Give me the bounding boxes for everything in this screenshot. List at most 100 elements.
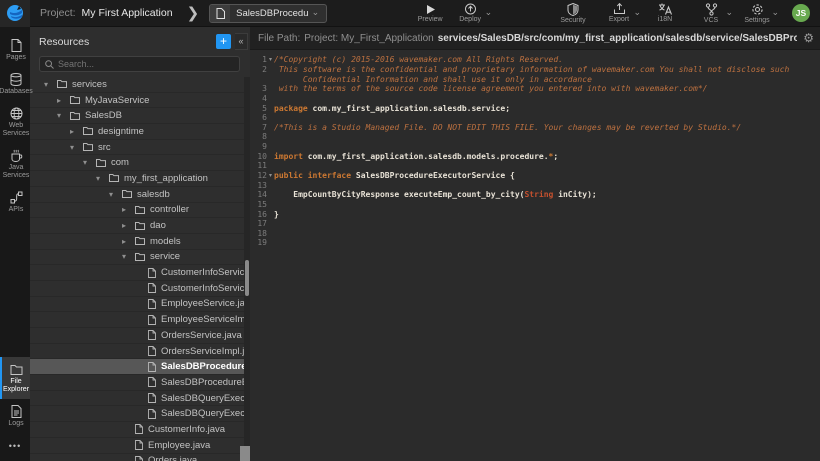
document-icon (11, 404, 22, 418)
code-line: 3 with the terms of the source code lice… (250, 84, 820, 94)
vcs-button[interactable]: VCS ⌄ (696, 0, 726, 27)
collapse-arrow-icon[interactable]: ▾ (96, 174, 109, 183)
sidebar-item-label: Web Services (3, 122, 30, 138)
code-line: 17 (250, 219, 820, 229)
tree-item[interactable]: ▸ designtime (30, 124, 244, 140)
collapse-arrow-icon[interactable]: ▾ (57, 111, 70, 120)
sidebar-item-web-services[interactable]: Web Services (0, 101, 30, 143)
expand-arrow-icon[interactable]: ▸ (70, 127, 83, 136)
file-path-label: File Path: (258, 33, 300, 44)
tree-item[interactable]: Orders.java (30, 454, 244, 461)
file-tree: ▾ services ▸MyJavaService▾SalesDB ▸ designti… (30, 77, 244, 461)
sidebar-more-button[interactable]: ••• (0, 433, 30, 457)
tree-item[interactable]: ▾my_first_application (30, 171, 244, 187)
line-number: 18 (250, 229, 267, 238)
collapse-arrow-icon[interactable]: ▾ (70, 143, 83, 152)
chevron-down-icon[interactable]: ⌄ (725, 8, 733, 18)
tree-item[interactable]: SalesDBProcedureExecutorServiceImpl.java (30, 375, 244, 391)
code-line: 4 (250, 94, 820, 104)
code-line: 7/*This is a Studio Managed File. DO NOT… (250, 122, 820, 132)
expand-arrow-icon[interactable]: ▸ (57, 96, 70, 105)
code-text: /*This is a Studio Managed File. DO NOT … (274, 123, 741, 132)
line-number: 3 (250, 84, 267, 93)
expand-arrow-icon[interactable]: ▸ (122, 205, 135, 214)
expand-arrow-icon[interactable]: ▸ (122, 237, 135, 246)
branch-icon (705, 3, 718, 16)
tree-item[interactable]: OrdersServiceImpl.java (30, 344, 244, 360)
code-editor[interactable]: 1▾/*Copyright (c) 2015-2016 wavemaker.co… (250, 50, 820, 248)
tree-item[interactable]: ▸models (30, 234, 244, 250)
line-number: 16 (250, 210, 267, 219)
chevron-down-icon[interactable]: ⌄ (485, 8, 493, 18)
collapse-arrow-icon[interactable]: ▾ (83, 158, 96, 167)
user-avatar[interactable]: JS (792, 4, 810, 22)
line-number: 17 (250, 219, 267, 228)
code-line: 15 (250, 200, 820, 210)
i18n-button[interactable]: i18N (650, 0, 680, 27)
add-resource-button[interactable]: + (216, 34, 231, 49)
search-input[interactable] (58, 59, 234, 69)
tree-item[interactable]: CustomerInfo.java (30, 422, 244, 438)
sidebar-item-logs[interactable]: Logs (0, 399, 30, 433)
security-label: Security (560, 17, 585, 24)
expand-arrow-icon[interactable]: ▸ (122, 221, 135, 230)
preview-button[interactable]: Preview (415, 0, 445, 27)
tree-item[interactable]: OrdersService.java (30, 328, 244, 344)
settings-button[interactable]: Settings ⌄ (742, 0, 772, 27)
tree-item[interactable]: ▾ services (30, 77, 244, 93)
tree-item[interactable]: ▸dao (30, 218, 244, 234)
search-icon (45, 60, 54, 69)
fold-arrow-icon[interactable]: ▾ (267, 172, 274, 179)
sidebar-item-apis[interactable]: APIs (0, 185, 30, 219)
tree-item[interactable]: ▸controller (30, 203, 244, 219)
project-breadcrumb: Project: My First Application (40, 7, 173, 19)
coffee-icon (10, 148, 23, 162)
sidebar-item-databases[interactable]: Databases (0, 67, 30, 101)
tree-item-label: designtime (98, 126, 144, 137)
deploy-button[interactable]: Deploy ⌄ (455, 0, 485, 27)
tree-item[interactable]: CustomerInfoService.java (30, 265, 244, 281)
chevron-down-icon[interactable]: ⌄ (633, 8, 641, 18)
sidebar-item-pages[interactable]: Pages (0, 33, 30, 67)
sidebar-item-java-services[interactable]: Java Services (0, 143, 30, 185)
sidebar-item-label: File Explorer (3, 378, 29, 394)
editor-settings-gear-icon[interactable]: ⚙ (803, 31, 814, 45)
vcs-label: VCS (704, 17, 718, 24)
code-line: 2 This software is the confidential and … (250, 65, 820, 75)
tree-item[interactable]: ▾src (30, 140, 244, 156)
open-file-dropdown[interactable]: SalesDBProcedureE... ⌄ (209, 4, 327, 23)
tree-item[interactable]: Employee.java (30, 438, 244, 454)
line-number: 1 (250, 55, 267, 64)
tree-item[interactable]: SalesDBQueryExecutorService.java (30, 391, 244, 407)
resources-search[interactable] (39, 56, 240, 72)
collapse-arrow-icon[interactable]: ▾ (44, 80, 57, 89)
tree-item[interactable]: ▾SalesDB (30, 108, 244, 124)
tree-item[interactable]: ▸MyJavaService (30, 93, 244, 109)
line-number: 9 (250, 142, 267, 151)
folder-icon (57, 80, 67, 88)
collapse-arrow-icon[interactable]: ▾ (122, 252, 135, 261)
tree-item[interactable]: ▾salesdb (30, 187, 244, 203)
tree-item[interactable]: SalesDBQueryExecutorServiceImpl.java (30, 406, 244, 422)
tree-scrollbar-thumb[interactable] (245, 260, 249, 296)
security-button[interactable]: Security (558, 0, 588, 27)
chevron-down-icon: ⌄ (312, 8, 320, 18)
collapse-panel-button[interactable]: « (235, 33, 248, 50)
tree-item[interactable]: SalesDBProcedureExecutorService.java (30, 359, 244, 375)
tree-item-label: EmployeeServiceImpl.java (161, 314, 244, 325)
tree-item[interactable]: ▾service (30, 250, 244, 266)
tree-scrollbar[interactable] (244, 77, 250, 461)
tree-item[interactable]: CustomerInfoServiceImpl.java (30, 281, 244, 297)
chevron-down-icon[interactable]: ⌄ (771, 8, 779, 18)
sidebar-item-file-explorer[interactable]: File Explorer (0, 357, 30, 399)
settings-label: Settings (744, 17, 769, 24)
tree-item[interactable]: EmployeeService.java (30, 297, 244, 313)
tree-item[interactable]: ▾com (30, 155, 244, 171)
collapse-arrow-icon[interactable]: ▾ (109, 190, 122, 199)
fold-arrow-icon[interactable]: ▾ (267, 56, 274, 63)
export-button[interactable]: Export ⌄ (604, 0, 634, 27)
tree-item-label: services (72, 79, 107, 90)
tree-item[interactable]: EmployeeServiceImpl.java (30, 312, 244, 328)
line-number: 19 (250, 238, 267, 247)
app-logo[interactable] (0, 0, 30, 27)
